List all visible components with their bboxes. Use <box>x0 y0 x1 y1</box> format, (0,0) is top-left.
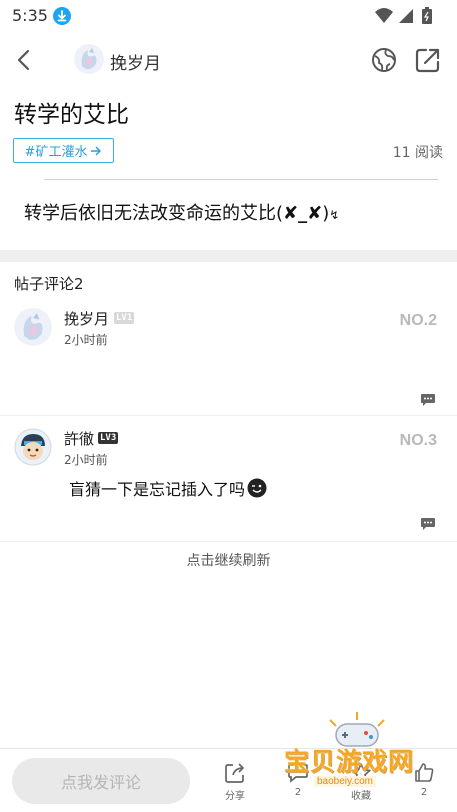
comment-item: 許徹 LV3 2小时前 NO.3 盲猜一下是忘记插入了吗 <box>0 416 457 542</box>
avatar[interactable] <box>14 428 52 466</box>
comment-bubble-icon <box>288 764 308 783</box>
section-separator <box>0 250 457 262</box>
gamepad-icon <box>329 712 385 747</box>
reply-button[interactable] <box>420 516 436 530</box>
post-body-tail: ↯ <box>329 208 340 222</box>
comment-time: 2小时前 <box>64 453 108 467</box>
divider <box>44 179 438 180</box>
chevron-left-icon <box>17 49 30 71</box>
bottom-bar: 点我发评论 分享 2 收藏 2 <box>0 748 457 812</box>
comment-author[interactable]: 許徹 <box>64 428 94 449</box>
collect-label: 收藏 <box>351 791 371 802</box>
download-icon <box>53 7 71 25</box>
floor-number: NO.2 <box>399 312 437 329</box>
post-tag-label: #矿工灌水 <box>24 145 88 160</box>
share-icon <box>415 48 440 73</box>
comment-item: 挽岁月 LV1 2小时前 NO.2 <box>0 300 457 416</box>
author-avatar[interactable] <box>74 44 104 74</box>
like-count: 2 <box>420 787 428 798</box>
signal-icon <box>399 9 413 23</box>
star-icon <box>351 763 371 782</box>
author-name[interactable]: 挽岁月 <box>110 49 161 74</box>
collect-action[interactable]: 收藏 <box>341 761 381 807</box>
reply-count: 2 <box>294 787 302 798</box>
avatar[interactable] <box>14 308 52 346</box>
comment-text-content: 盲猜一下是忘记插入了吗 <box>69 480 246 499</box>
share-label: 分享 <box>225 791 245 802</box>
floor-number: NO.3 <box>399 432 437 449</box>
comment-author[interactable]: 挽岁月 <box>64 308 109 329</box>
share-top-button[interactable] <box>414 46 442 74</box>
share-action[interactable]: 分享 <box>215 761 255 807</box>
post-body: 转学后依旧无法改变命运的艾比(✘_✘)↯ <box>24 199 339 225</box>
browser-button[interactable] <box>370 46 398 74</box>
wifi-icon <box>375 8 393 23</box>
divider <box>0 541 457 542</box>
status-bar: 5:35 <box>0 0 457 32</box>
write-comment-button[interactable]: 点我发评论 <box>12 758 190 804</box>
comments-heading: 帖子评论2 <box>14 275 84 293</box>
comment-text: 盲猜一下是忘记插入了吗 <box>69 476 267 500</box>
post-body-text: 转学后依旧无法改变命运的艾比( <box>24 203 284 224</box>
wink-emoji-icon <box>247 478 267 498</box>
share-icon <box>225 763 244 783</box>
like-action[interactable]: 2 <box>404 761 444 807</box>
level-badge: LV3 <box>98 432 119 444</box>
post-tag[interactable]: #矿工灌水 <box>13 138 114 163</box>
reply-action[interactable]: 2 <box>278 761 318 807</box>
thumbs-up-icon <box>415 763 434 782</box>
globe-icon <box>372 48 396 72</box>
top-nav: 挽岁月 <box>0 38 457 84</box>
post-title: 转学的艾比 <box>14 102 129 128</box>
arrow-right-icon <box>91 146 102 155</box>
status-time: 5:35 <box>12 6 48 25</box>
status-icons <box>375 7 432 24</box>
level-badge: LV1 <box>114 312 135 324</box>
read-count: 11 阅读 <box>392 145 443 161</box>
back-button[interactable] <box>10 46 38 74</box>
comment-bubble-icon <box>421 518 435 530</box>
load-more-button[interactable]: 点击继续刷新 <box>0 550 457 570</box>
comment-bubble-icon <box>421 394 435 406</box>
reply-button[interactable] <box>420 392 436 406</box>
comment-time: 2小时前 <box>64 333 108 347</box>
post-body-emoticon: ✘_✘ <box>283 203 323 224</box>
